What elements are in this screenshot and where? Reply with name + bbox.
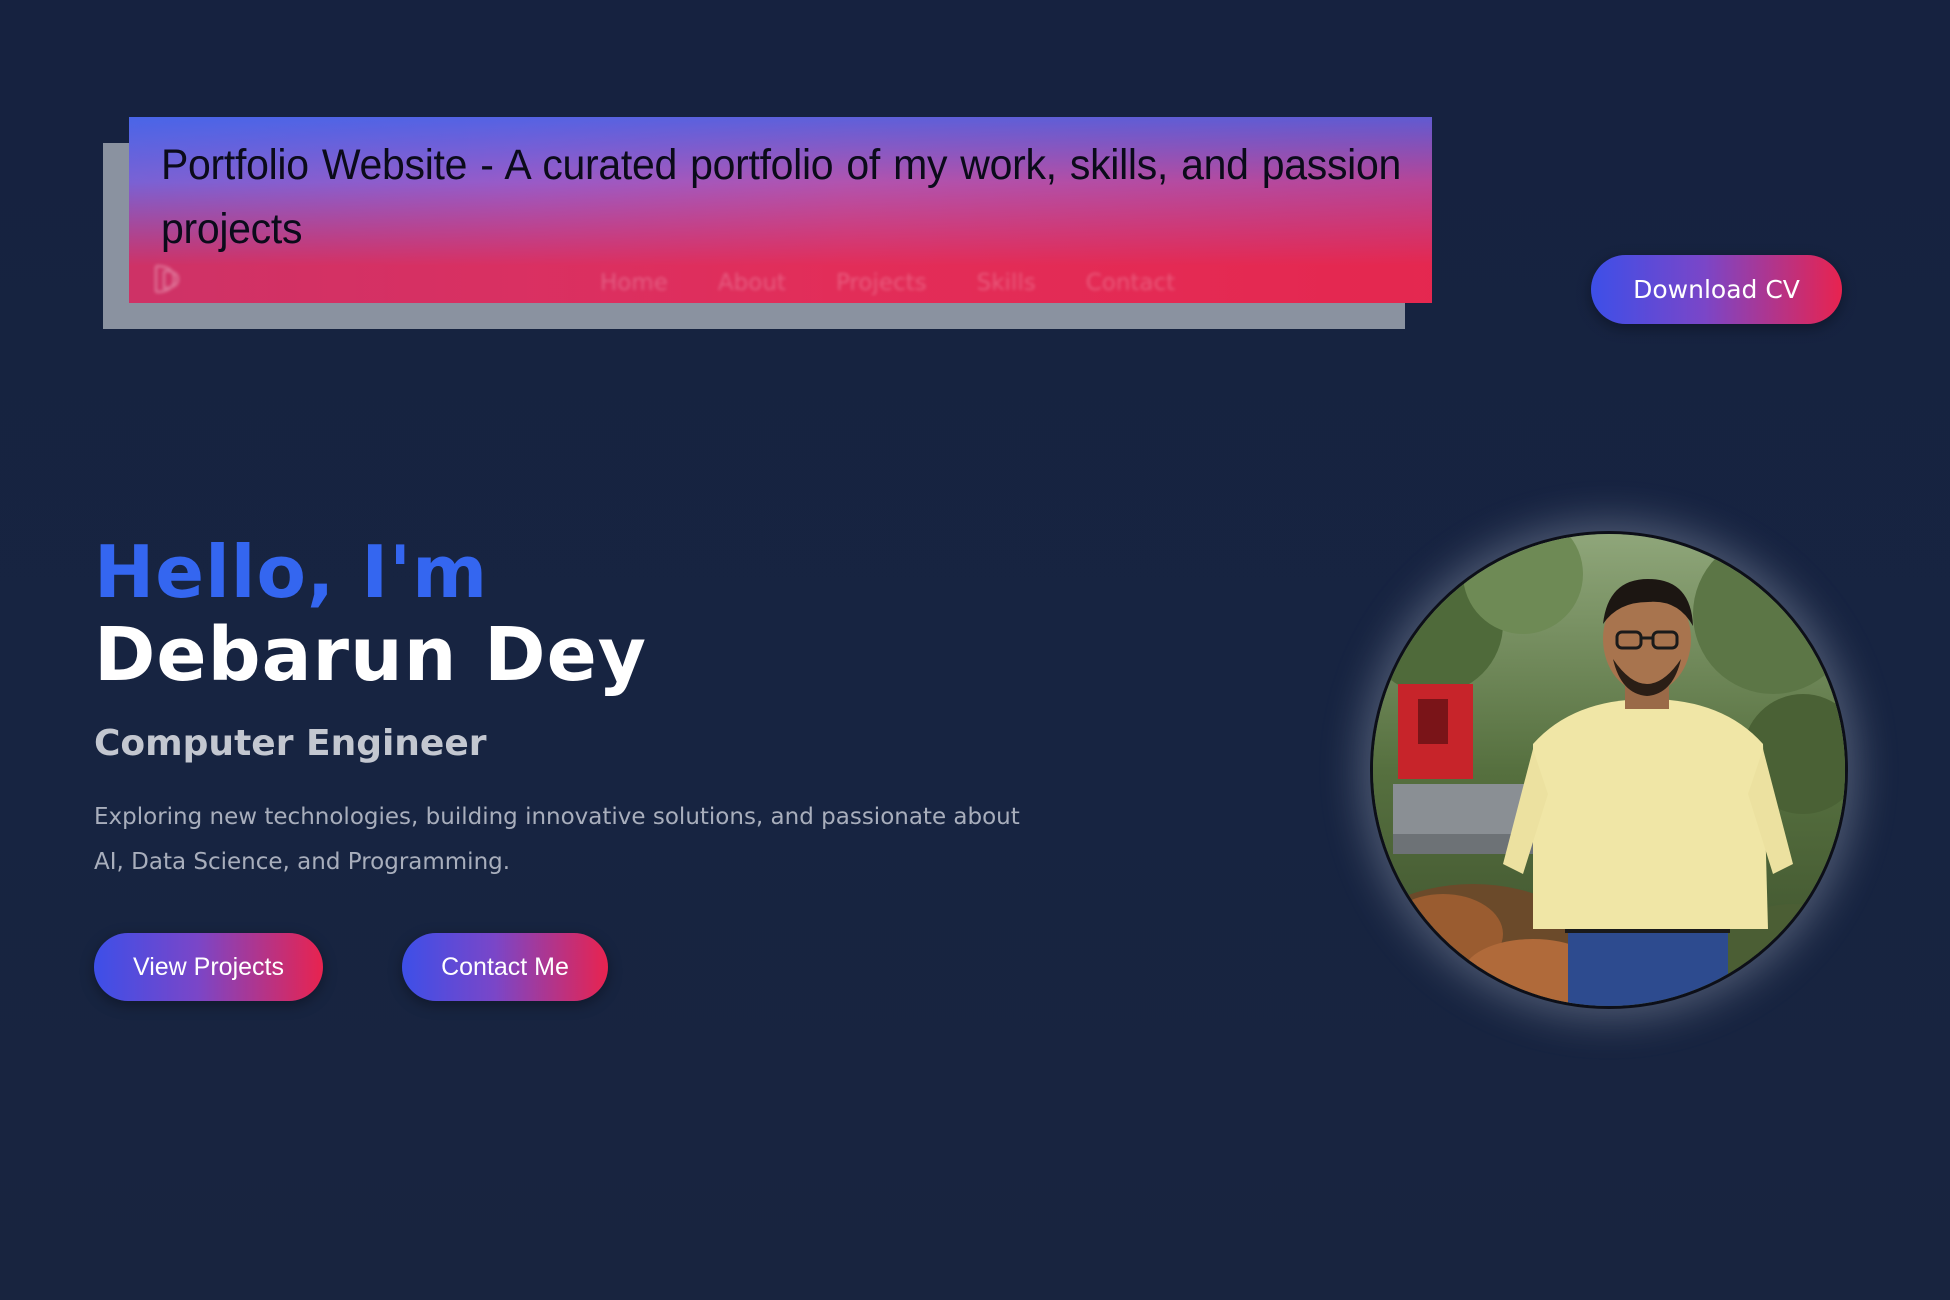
hero-greeting: Hello, I'm [94,530,489,614]
profile-photo [1370,531,1848,1009]
main-nav: Home About Projects Skills Contact [600,270,1175,296]
banner-title: Portfolio Website - A curated portfolio … [161,140,1401,253]
profile-photo-illustration [1373,534,1845,1006]
nav-item-about[interactable]: About [718,270,786,296]
nav-item-projects[interactable]: Projects [836,270,927,296]
nav-item-skills[interactable]: Skills [977,270,1036,296]
nav-item-home[interactable]: Home [600,270,668,296]
hero-role: Computer Engineer [94,723,487,764]
contact-me-button[interactable]: Contact Me [402,933,608,1001]
hero-description: Exploring new technologies, building inn… [94,804,1020,875]
logo-icon[interactable] [150,262,184,296]
download-cv-button[interactable]: Download CV [1591,255,1842,324]
view-projects-button[interactable]: View Projects [94,933,323,1001]
hero-name: Debarun Dey [94,612,647,698]
page: Portfolio Website - A curated portfolio … [0,0,1950,1300]
nav-item-contact[interactable]: Contact [1086,270,1175,296]
